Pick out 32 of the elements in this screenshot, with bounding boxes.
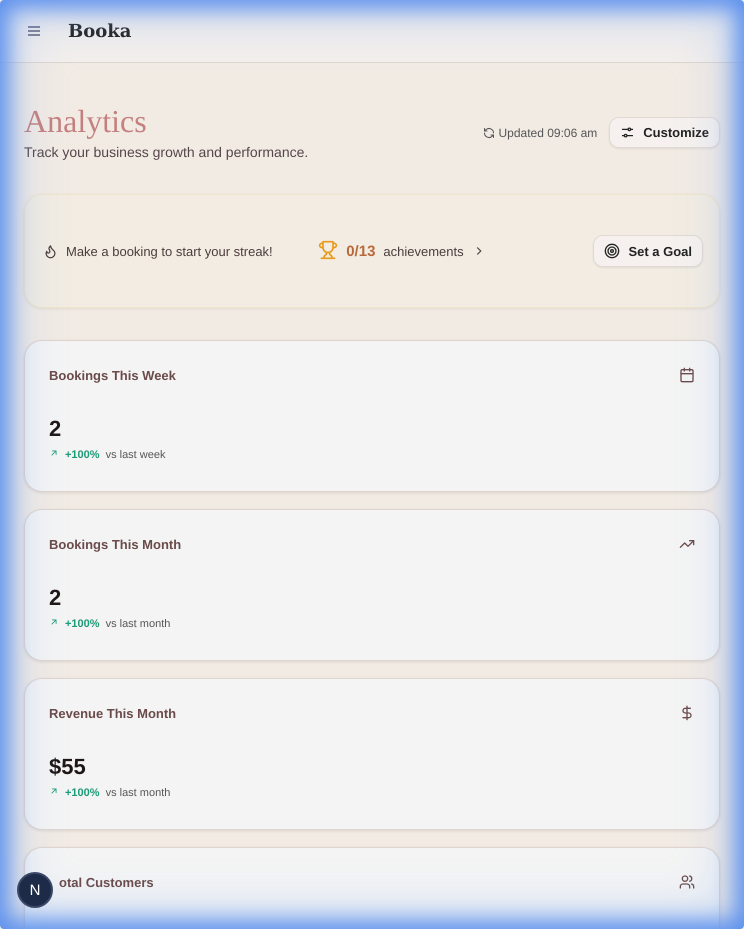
achievements-count: 0/13 (346, 242, 376, 260)
updated-time: Updated 09:06 am (498, 126, 598, 140)
stat-change: +100% (65, 786, 100, 798)
stat-comparison: vs last month (106, 786, 170, 798)
stat-value: 2 (49, 585, 62, 611)
streak-message: Make a booking to start your streak! (66, 244, 273, 258)
page-subtitle: Track your business growth and performance. (24, 144, 308, 160)
stat-comparison: vs last month (106, 618, 170, 630)
arrow-up-right-icon (49, 448, 59, 458)
set-goal-button[interactable]: Set a Goal (593, 235, 704, 267)
stat-title: otal Customers (58, 874, 154, 890)
people-icon (679, 874, 695, 890)
app-title: Booka (68, 20, 132, 42)
refresh-icon (482, 126, 495, 138)
stat-value: $55 (49, 754, 87, 780)
arrow-up-right-icon (49, 617, 59, 627)
achievements-label: achievements (383, 244, 464, 258)
calendar-icon (679, 367, 695, 383)
stat-value: 2 (49, 416, 62, 442)
arrow-up-right-icon (49, 786, 59, 796)
target-icon (604, 243, 620, 259)
stat-title: Bookings This Week (49, 368, 176, 382)
stat-comparison: vs last week (106, 448, 166, 460)
flame-icon (43, 244, 58, 258)
stat-change: +100% (65, 448, 100, 460)
stat-change: +100% (65, 618, 100, 630)
customize-button[interactable]: Customize (609, 117, 720, 148)
stat-title: Bookings This Month (49, 536, 182, 552)
trophy-icon (318, 240, 338, 260)
stat-title: Revenue This Month (49, 706, 176, 720)
page-title: Analytics (24, 103, 148, 140)
sliders-icon (620, 125, 636, 140)
